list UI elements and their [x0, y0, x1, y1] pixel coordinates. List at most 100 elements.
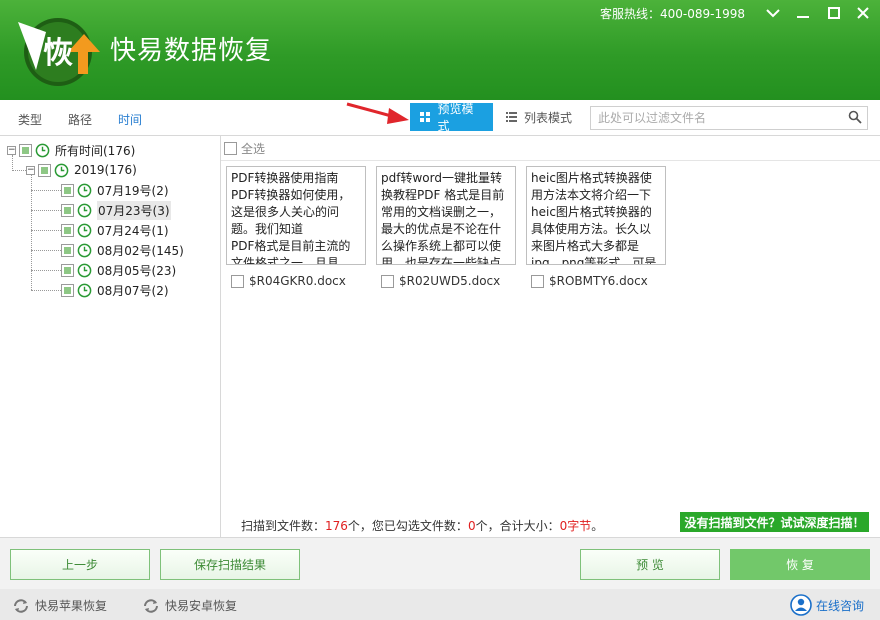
file-checkbox[interactable]: [231, 274, 244, 288]
clock-icon: [77, 203, 92, 217]
select-all-checkbox[interactable]: [224, 142, 237, 155]
status-mid2: 个，合计大小：: [475, 519, 560, 533]
checkbox[interactable]: [61, 243, 74, 257]
tree-label: 所有时间(176): [55, 143, 136, 158]
clock-icon: [77, 243, 92, 257]
apple-recovery-link[interactable]: 快易苹果恢复: [12, 597, 107, 614]
tree-node-all[interactable]: − 所有时间(176): [7, 140, 135, 160]
search-input[interactable]: [591, 107, 836, 129]
action-bar: 上一步 保存扫描结果 预 览 恢 复: [0, 537, 880, 589]
tree-label: 2019(176): [74, 163, 137, 177]
android-recovery-link[interactable]: 快易安卓恢复: [142, 597, 237, 614]
footer-bar: 快易苹果恢复 快易安卓恢复 在线咨询: [0, 589, 880, 620]
select-all[interactable]: 全选: [224, 140, 265, 157]
tree-node-date[interactable]: 07月24号(1): [61, 220, 169, 240]
header-bar: 恢 快易数据恢复 客服热线：400-089-1998: [0, 0, 880, 100]
total-size: 0字节: [559, 519, 592, 533]
tab-time[interactable]: 时间: [118, 111, 142, 128]
file-item[interactable]: $R02UWD5.docx: [381, 274, 500, 288]
file-preview-card[interactable]: pdf转word一键批量转换教程PDF 格式是目前常用的文档误删之一，最大的优点…: [376, 166, 516, 265]
checkbox[interactable]: [61, 203, 74, 217]
close-button[interactable]: [850, 2, 876, 24]
file-item[interactable]: $R04GKR0.docx: [231, 274, 346, 288]
online-consult-link[interactable]: 在线咨询: [790, 594, 864, 616]
preview-mode-label: 预览模式: [437, 102, 474, 133]
logo-text: 恢: [43, 36, 73, 71]
refresh-icon: [14, 598, 28, 613]
tree-label: 08月07号(2): [97, 283, 169, 298]
file-preview-card[interactable]: heic图片格式转换器使用方法本文将介绍一下heic图片格式转换器的具体使用方法…: [526, 166, 666, 265]
tree-node-date-selected[interactable]: 07月23号(3): [61, 200, 171, 220]
preview-mode-button[interactable]: 预览模式: [410, 102, 493, 133]
file-preview-card[interactable]: PDF转换器使用指南PDF转换器如何使用，这是很多人关心的问题。我们知道 PDF…: [226, 166, 366, 265]
clock-icon: [77, 183, 92, 197]
maximize-button[interactable]: [821, 2, 847, 24]
list-mode-button[interactable]: 列表模式: [496, 103, 584, 131]
dropdown-menu-button[interactable]: [760, 2, 786, 24]
minimize-button[interactable]: [790, 2, 816, 24]
time-tree: − 所有时间(176) − 2019(176) 07月19号(2) 07月23号…: [0, 136, 221, 537]
file-name: $ROBMTY6.docx: [549, 274, 648, 288]
grid-icon: [420, 111, 430, 122]
status-suffix: 。: [591, 519, 604, 533]
online-consult-label: 在线咨询: [816, 598, 865, 613]
maximize-icon: [828, 7, 840, 19]
tree-node-date[interactable]: 08月02号(145): [61, 240, 184, 260]
app-title: 快易数据恢复: [110, 36, 273, 66]
annotation-arrow: [346, 102, 409, 124]
deep-scan-button[interactable]: 没有扫描到文件？试试深度扫描！: [680, 512, 869, 532]
app-logo: 恢: [18, 18, 100, 86]
file-checkbox[interactable]: [381, 274, 394, 288]
clock-icon: [35, 143, 50, 157]
minimize-icon: [797, 16, 809, 18]
tree-label: 08月05号(23): [97, 263, 177, 278]
tree-label: 07月23号(3): [97, 200, 171, 220]
found-count: 176: [325, 519, 348, 533]
tree-node-date[interactable]: 07月19号(2): [61, 180, 169, 200]
apple-recovery-label: 快易苹果恢复: [35, 599, 108, 613]
file-preview-pane: 全选 PDF转换器使用指南PDF转换器如何使用，这是很多人关心的问题。我们知道 …: [221, 136, 880, 537]
collapse-icon[interactable]: −: [7, 145, 16, 155]
select-all-label: 全选: [241, 142, 266, 156]
clock-icon: [77, 263, 92, 277]
toolbar: 类型 路径 时间 预览模式 列表模式: [0, 100, 880, 136]
preview-button[interactable]: 预 览: [580, 549, 720, 580]
checkbox[interactable]: [61, 223, 74, 237]
scan-status: 扫描到文件数：176个，您已勾选文件数：0个，合计大小：0字节。: [241, 517, 603, 534]
tab-path[interactable]: 路径: [68, 111, 92, 128]
divider: [221, 160, 880, 161]
hotline-text: 客服热线：400-089-1998: [600, 7, 746, 21]
checkbox[interactable]: [61, 183, 74, 197]
list-icon: [506, 111, 517, 122]
search-icon[interactable]: [848, 110, 862, 124]
refresh-icon: [144, 598, 158, 613]
clock-icon: [77, 223, 92, 237]
tree-node-date[interactable]: 08月07号(2): [61, 280, 169, 300]
status-mid: 个，您已勾选文件数：: [347, 519, 468, 533]
tree-label: 08月02号(145): [97, 243, 184, 258]
file-name: $R04GKR0.docx: [249, 274, 346, 288]
checkbox[interactable]: [61, 283, 74, 297]
checked-count: 0: [467, 519, 476, 533]
android-recovery-label: 快易安卓恢复: [165, 599, 238, 613]
save-scan-button[interactable]: 保存扫描结果: [160, 549, 300, 580]
file-checkbox[interactable]: [531, 274, 544, 288]
file-item[interactable]: $ROBMTY6.docx: [531, 274, 648, 288]
clock-icon: [77, 283, 92, 297]
user-support-icon: [790, 594, 812, 616]
checkbox[interactable]: [38, 163, 51, 177]
clock-icon: [54, 163, 69, 177]
search-box: [590, 106, 868, 130]
back-button[interactable]: 上一步: [10, 549, 150, 580]
recover-button[interactable]: 恢 复: [730, 549, 870, 580]
tree-label: 07月24号(1): [97, 223, 169, 238]
checkbox[interactable]: [61, 263, 74, 277]
status-prefix: 扫描到文件数：: [241, 519, 326, 533]
checkbox[interactable]: [19, 143, 32, 157]
chevron-down-icon: [766, 9, 780, 18]
close-icon: [857, 7, 869, 19]
tab-type[interactable]: 类型: [18, 111, 42, 128]
tree-node-year[interactable]: − 2019(176): [26, 160, 137, 180]
tree-node-date[interactable]: 08月05号(23): [61, 260, 176, 280]
collapse-icon[interactable]: −: [26, 165, 35, 175]
